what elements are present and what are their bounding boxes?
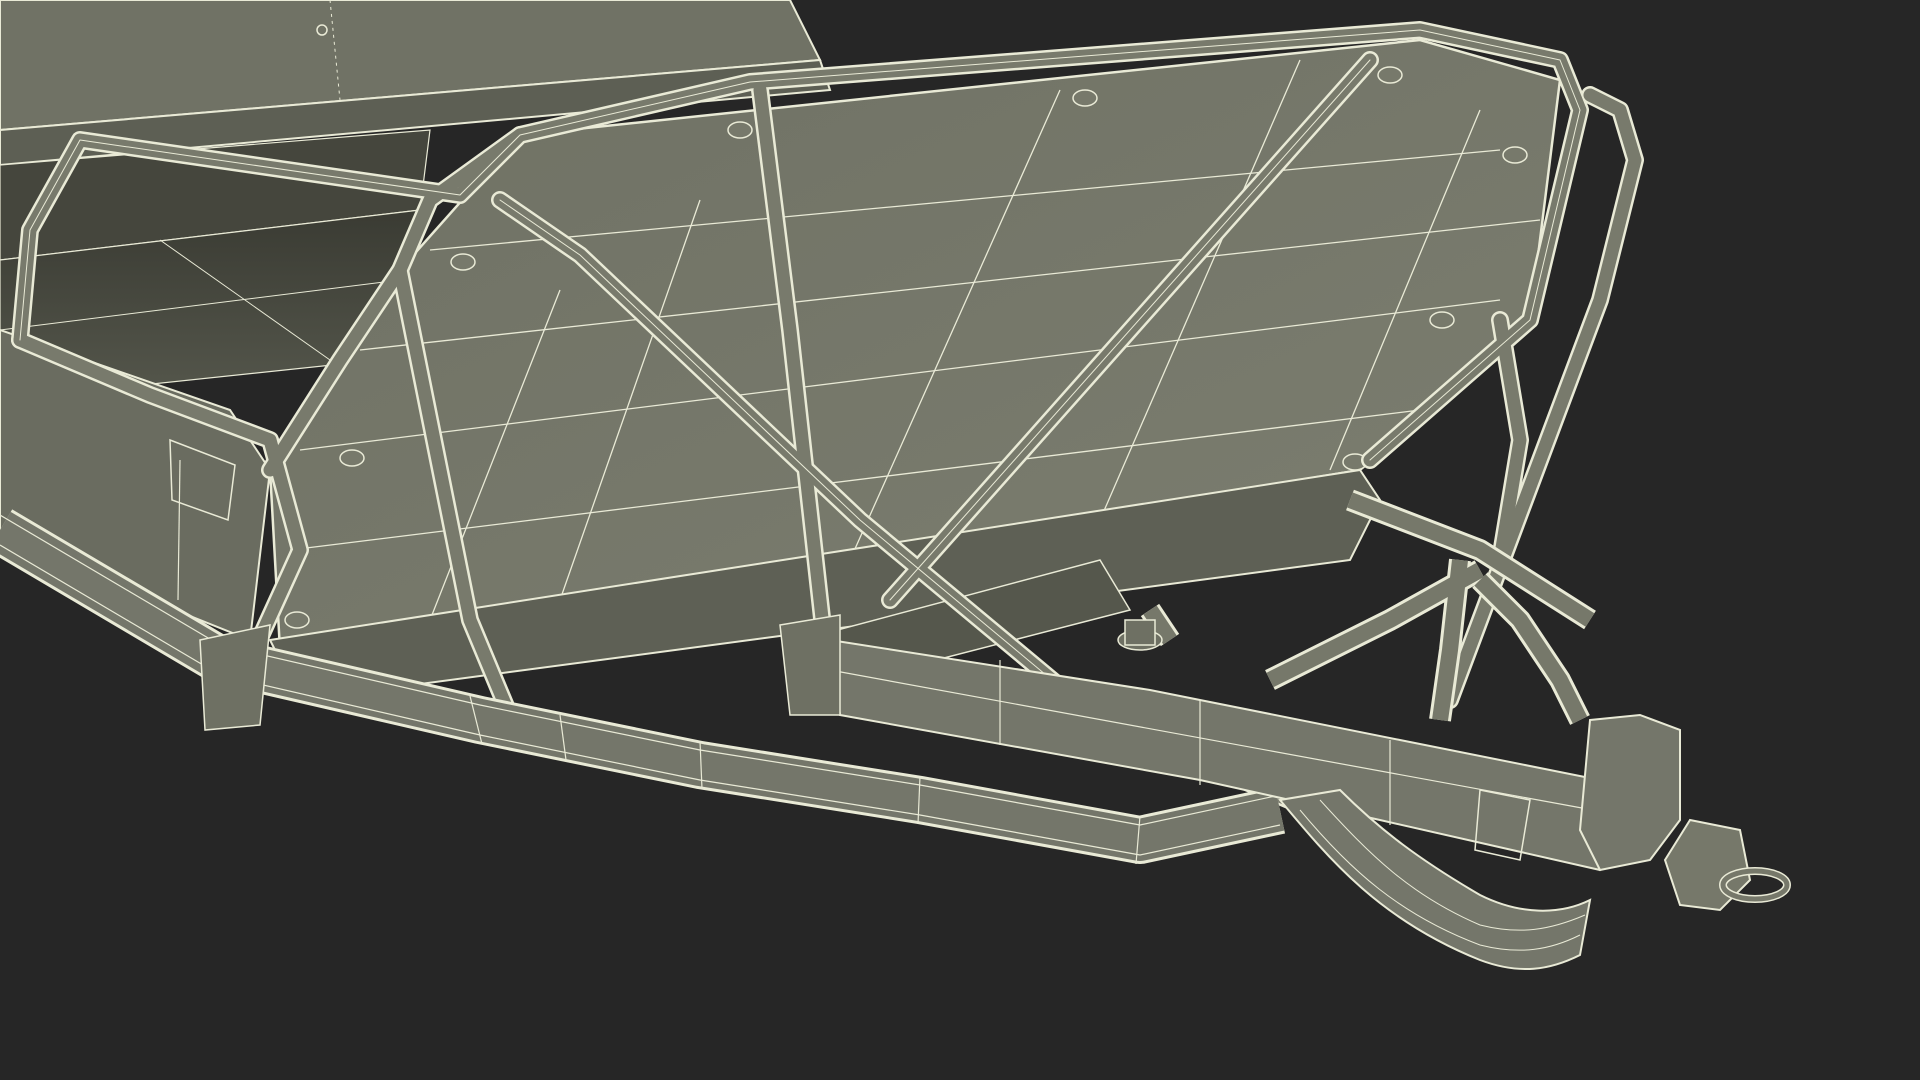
render-viewport (0, 0, 1920, 1080)
shock-absorber (1117, 619, 1163, 651)
wireframe-render (0, 0, 1920, 1080)
